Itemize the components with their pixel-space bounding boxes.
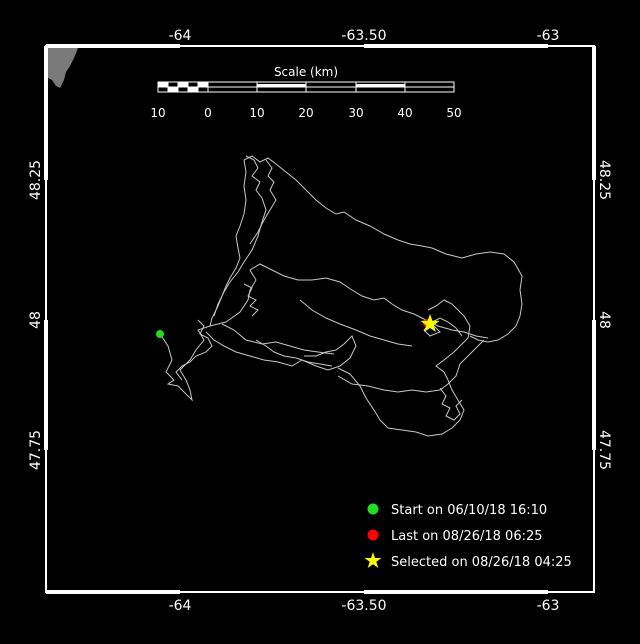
- animal-track: [159, 155, 523, 437]
- scale-label-5: 30: [348, 106, 363, 120]
- track-map: -64 -63.50 -63 -64 -63.50 -63 48.25 48 4…: [28, 28, 612, 614]
- axis-top-label-2: -63.50: [341, 28, 386, 44]
- axis-right-label-3: 47.75: [596, 430, 612, 470]
- scale-label-1: 10: [150, 106, 165, 120]
- scale-title: Scale (km): [274, 65, 338, 79]
- axis-right-label-2: 48: [596, 311, 612, 329]
- scale-bar: Scale (km) 10 0 10 20 30 40 50: [150, 65, 461, 120]
- scale-label-7: 50: [446, 106, 461, 120]
- axis-left-label-3: 47.75: [28, 430, 44, 470]
- axis-bottom-label-1: -64: [169, 598, 192, 614]
- axis-top-label-1: -64: [169, 28, 192, 44]
- legend-start-icon: [367, 503, 379, 515]
- legend-last-icon: [367, 529, 379, 541]
- scale-label-3: 10: [249, 106, 264, 120]
- scale-label-4: 20: [298, 106, 313, 120]
- legend-selected-label: Selected on 08/26/18 04:25: [391, 555, 572, 570]
- legend-last-label: Last on 08/26/18 06:25: [391, 529, 543, 544]
- legend-selected-icon: [364, 552, 382, 568]
- scale-label-2: 0: [204, 106, 212, 120]
- land-area: [48, 48, 78, 88]
- axis-bottom-label-2: -63.50: [341, 598, 386, 614]
- axis-right-label-1: 48.25: [596, 160, 612, 200]
- start-marker: [156, 330, 164, 338]
- legend: Start on 06/10/18 16:10 Last on 08/26/18…: [364, 503, 572, 570]
- axis-left-label-2: 48: [28, 311, 44, 329]
- axis-left-label-1: 48.25: [28, 160, 44, 200]
- axis-top-label-3: -63: [537, 28, 560, 44]
- scale-label-6: 40: [397, 106, 412, 120]
- legend-start-label: Start on 06/10/18 16:10: [391, 503, 547, 518]
- axis-bottom-label-3: -63: [537, 598, 560, 614]
